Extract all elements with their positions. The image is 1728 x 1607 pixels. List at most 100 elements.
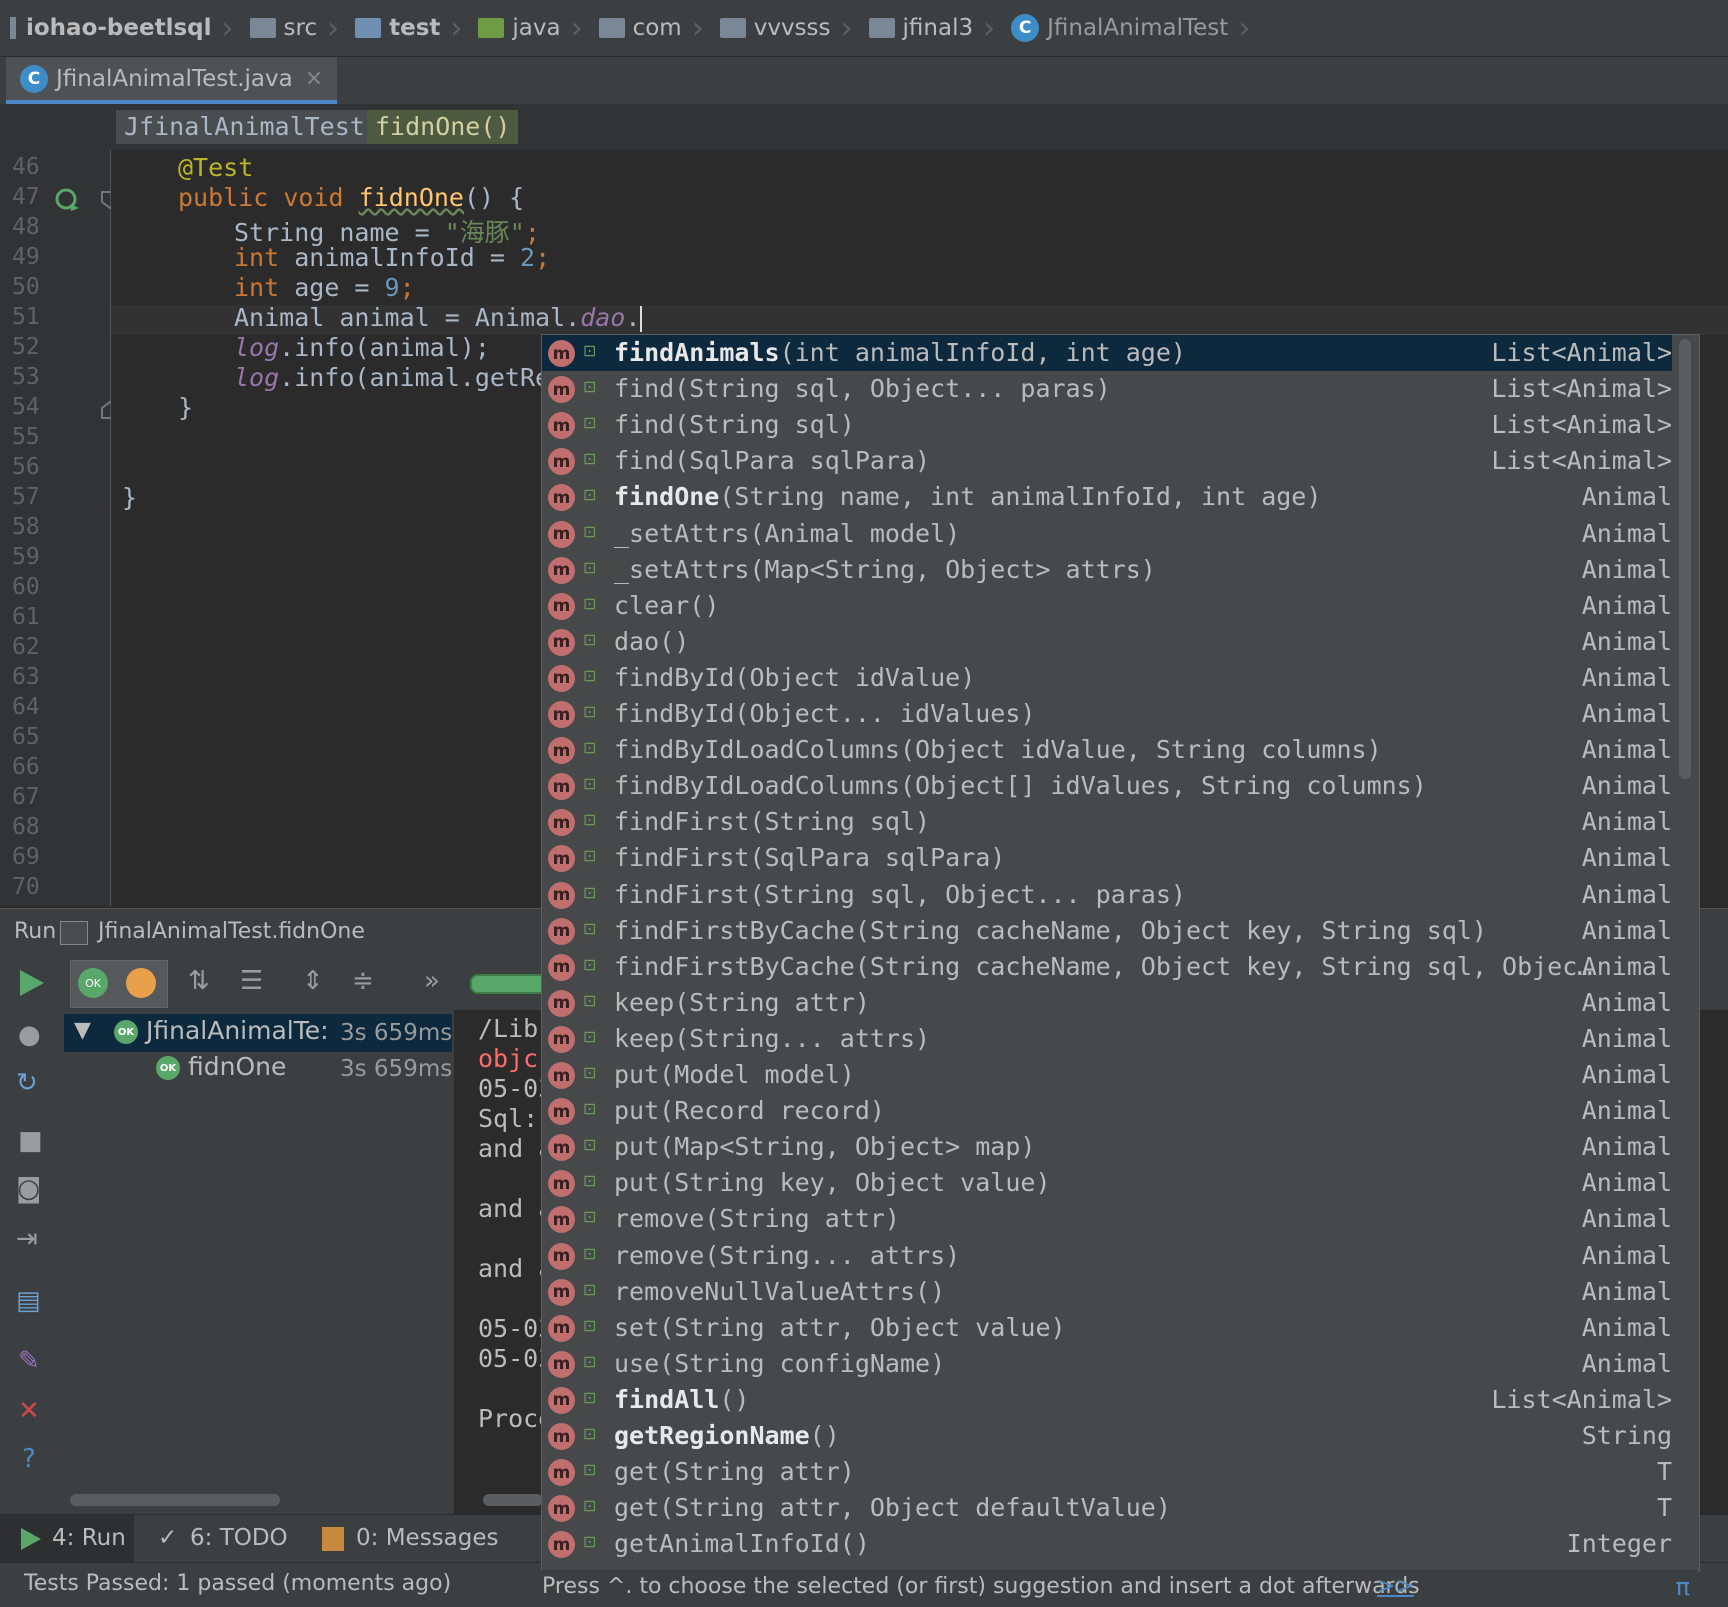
completion-item[interactable]: m ⊡ findByIdLoadColumns(Object[] idValues,… bbox=[542, 768, 1672, 804]
method-icon: m bbox=[548, 664, 575, 692]
completion-item[interactable]: m ⊡ clear() Animal bbox=[542, 588, 1672, 624]
hint-more-link[interactable]: >> bbox=[1377, 1574, 1414, 1599]
public-visibility-icon: ⊡ bbox=[583, 1424, 597, 1443]
breadcrumb-jfinal3[interactable]: jfinal3 › bbox=[859, 0, 1002, 56]
popup-scrollbar[interactable] bbox=[1679, 339, 1691, 779]
public-visibility-icon: ⊡ bbox=[583, 485, 597, 505]
completion-item[interactable]: m ⊡ findFirstByCache(String cacheName, Obj… bbox=[542, 913, 1672, 949]
completion-item[interactable]: m ⊡ put(Record record) Animal bbox=[542, 1093, 1672, 1129]
close-icon[interactable]: ✕ bbox=[18, 1396, 40, 1426]
completion-item[interactable]: m ⊡ _setAttrs(Map<String, Object> attrs) An… bbox=[542, 552, 1672, 588]
horizontal-scrollbar[interactable] bbox=[70, 1494, 280, 1506]
method-icon: m bbox=[548, 1025, 575, 1053]
completion-item[interactable]: m ⊡ remove(String... attrs) Animal bbox=[542, 1238, 1672, 1274]
sort-by-duration-icon[interactable]: ☰ bbox=[240, 966, 263, 996]
completion-return-type: Animal bbox=[1581, 1132, 1672, 1162]
completion-signature: removeNullValueAttrs() bbox=[614, 1277, 945, 1306]
expand-all-icon[interactable]: ⇕ bbox=[302, 966, 324, 996]
completion-params: (SqlPara sqlPara) bbox=[674, 446, 931, 476]
completion-item[interactable]: m ⊡ findFirstByCache(String cacheName, Obj… bbox=[542, 949, 1672, 985]
completion-item[interactable]: m ⊡ find(String sql) List<Animal> bbox=[542, 407, 1672, 443]
completion-item[interactable]: m ⊡ use(String configName) Animal bbox=[542, 1346, 1672, 1382]
export-icon[interactable]: ⇥ bbox=[16, 1224, 38, 1254]
tab-jfinalanimaltest[interactable]: C JfinalAnimalTest.java × bbox=[6, 57, 338, 104]
tool-window-run[interactable]: 4: Run bbox=[52, 1525, 126, 1551]
line-number: 68 bbox=[12, 814, 40, 840]
completion-item[interactable]: m ⊡ findFirst(SqlPara sqlPara) Animal bbox=[542, 840, 1672, 876]
keyword-token: int bbox=[234, 243, 295, 272]
completion-item[interactable]: m ⊡ find(String sql, Object... paras) List<… bbox=[542, 371, 1672, 407]
completion-item[interactable]: m ⊡ removeNullValueAttrs() Animal bbox=[542, 1274, 1672, 1310]
completion-method-name: dao bbox=[614, 626, 660, 656]
completion-signature: use(String configName) bbox=[614, 1349, 945, 1378]
stop-icon[interactable]: ■ bbox=[18, 1126, 43, 1156]
completion-item[interactable]: m ⊡ findById(Object... idValues) Animal bbox=[542, 696, 1672, 732]
completion-item[interactable]: m ⊡ get(String attr, Object defaultValue) T bbox=[542, 1490, 1672, 1526]
completion-item[interactable]: m ⊡ findByIdLoadColumns(Object idValue, St… bbox=[542, 732, 1672, 768]
completion-item[interactable]: m ⊡ find(SqlPara sqlPara) List<Animal> bbox=[542, 443, 1672, 479]
completion-method-name: find bbox=[614, 410, 675, 440]
completion-item[interactable]: m ⊡ dao() Animal bbox=[542, 624, 1672, 660]
breadcrumb-class[interactable]: C JfinalAnimalTest › bbox=[1001, 0, 1256, 56]
test-tree-row-class[interactable]: OK JfinalAnimalTe: bbox=[114, 1016, 329, 1045]
completion-return-type: Animal bbox=[1581, 626, 1672, 656]
tool-window-todo[interactable]: 6: TODO bbox=[190, 1525, 288, 1551]
completion-item[interactable]: m ⊡ remove(String attr) Animal bbox=[542, 1201, 1672, 1237]
completion-item[interactable]: m ⊡ keep(String... attrs) Animal bbox=[542, 1021, 1672, 1057]
breadcrumb-java[interactable]: java › bbox=[468, 0, 588, 56]
breadcrumb-com[interactable]: com › bbox=[589, 0, 710, 56]
test-class-name: JfinalAnimalTe: bbox=[146, 1016, 329, 1045]
show-passed-icon[interactable]: OK bbox=[78, 968, 108, 998]
show-ignored-icon[interactable] bbox=[126, 968, 156, 998]
editor-crumb-class[interactable]: JfinalAnimalTest bbox=[116, 110, 373, 144]
test-tree-row-method[interactable]: OK fidnOne bbox=[156, 1052, 286, 1081]
method-icon: m bbox=[548, 592, 575, 620]
completion-method-name: get bbox=[614, 1493, 660, 1523]
pin-icon[interactable]: ✎ bbox=[18, 1346, 40, 1376]
method-icon: m bbox=[548, 1531, 575, 1559]
completion-item[interactable]: m ⊡ findAnimals(int animalInfoId, int age)… bbox=[542, 335, 1672, 371]
camera-icon[interactable]: ◙ bbox=[16, 1174, 41, 1204]
help-icon[interactable]: ? bbox=[22, 1444, 36, 1474]
tool-window-messages[interactable]: 0: Messages bbox=[356, 1525, 498, 1551]
breadcrumb-vvvsss[interactable]: vvvsss › bbox=[710, 0, 859, 56]
close-icon[interactable]: × bbox=[305, 66, 323, 91]
line-number: 69 bbox=[12, 844, 40, 870]
run-config-name[interactable]: JfinalAnimalTest.fidnOne bbox=[98, 919, 365, 944]
completion-return-type: Animal bbox=[1581, 699, 1672, 728]
rerun-failed-icon[interactable]: ↻ bbox=[16, 1068, 38, 1098]
expand-arrow-icon[interactable]: ▼ bbox=[74, 1018, 91, 1043]
completion-return-type: Animal bbox=[1581, 518, 1672, 548]
sort-alphabetically-icon[interactable]: ⇅ bbox=[188, 966, 210, 996]
breadcrumb-test[interactable]: test › bbox=[345, 0, 468, 56]
layout-icon[interactable]: ▤ bbox=[16, 1286, 41, 1316]
completion-item[interactable]: m ⊡ set(String attr, Object value) Animal bbox=[542, 1310, 1672, 1346]
console-scrollbar[interactable] bbox=[483, 1494, 543, 1506]
editor-crumb-method[interactable]: fidnOne() bbox=[367, 110, 519, 144]
line-number: 52 bbox=[12, 334, 40, 360]
completion-item[interactable]: m ⊡ findFirst(String sql, Object... paras)… bbox=[542, 877, 1672, 913]
completion-item[interactable]: m ⊡ _setAttrs(Animal model) Animal bbox=[542, 516, 1672, 552]
breadcrumb-src[interactable]: src › bbox=[240, 0, 346, 56]
public-visibility-icon: ⊡ bbox=[583, 341, 597, 360]
breadcrumb-project[interactable]: iohao-beetlsql › bbox=[0, 0, 240, 56]
completion-item[interactable]: m ⊡ getRegionName() String bbox=[542, 1418, 1672, 1454]
completion-item[interactable]: m ⊡ keep(String attr) Animal bbox=[542, 985, 1672, 1021]
run-test-gutter-icon[interactable] bbox=[54, 186, 80, 212]
completion-item[interactable]: m ⊡ findById(Object idValue) Animal bbox=[542, 660, 1672, 696]
pi-icon[interactable]: π bbox=[1676, 1573, 1690, 1601]
completion-item[interactable]: m ⊡ getAnimalInfoId() Integer bbox=[542, 1526, 1672, 1562]
rerun-icon[interactable] bbox=[18, 968, 46, 998]
field-token: log bbox=[234, 363, 280, 392]
completion-item[interactable]: m ⊡ findOne(String name, int animalInfoId,… bbox=[542, 479, 1672, 515]
completion-item[interactable]: m ⊡ findAll() List<Animal> bbox=[542, 1382, 1672, 1418]
completion-item[interactable]: m ⊡ put(Map<String, Object> map) Animal bbox=[542, 1129, 1672, 1165]
more-icon[interactable]: » bbox=[424, 966, 440, 996]
completion-item[interactable]: m ⊡ put(Model model) Animal bbox=[542, 1057, 1672, 1093]
completion-item[interactable]: m ⊡ findFirst(String sql) Animal bbox=[542, 804, 1672, 840]
toggle-auto-test-icon[interactable]: ● bbox=[18, 1020, 41, 1050]
module-icon bbox=[10, 17, 16, 39]
completion-item[interactable]: m ⊡ get(String attr) T bbox=[542, 1454, 1672, 1490]
collapse-all-icon[interactable]: ≑ bbox=[352, 966, 374, 996]
completion-item[interactable]: m ⊡ put(String key, Object value) Animal bbox=[542, 1165, 1672, 1201]
